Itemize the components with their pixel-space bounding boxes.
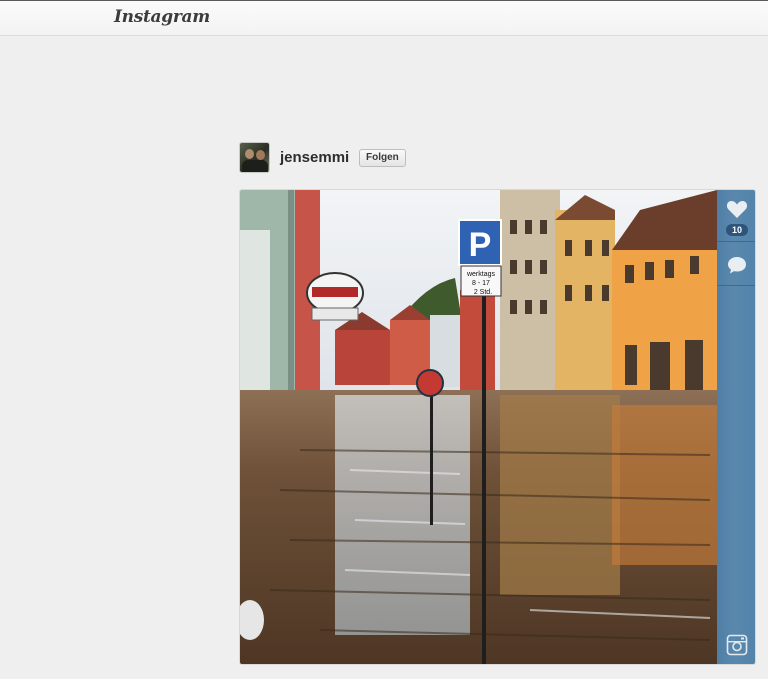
instagram-logo[interactable]: Instagram: [114, 7, 210, 27]
like-section[interactable]: 10: [717, 190, 755, 242]
like-count: 10: [726, 224, 748, 236]
username-link[interactable]: jensemmi: [280, 149, 349, 166]
post-photo[interactable]: P werktags 8 - 17 2 Std.: [240, 190, 717, 665]
comment-section[interactable]: [717, 242, 755, 286]
parking-sign-letter: P: [469, 226, 492, 264]
photo-card: P werktags 8 - 17 2 Std. 10: [239, 189, 756, 665]
time-sign-line3: 2 Std.: [474, 289, 492, 296]
comment-icon[interactable]: [726, 255, 748, 275]
action-sidebar: 10: [717, 190, 755, 664]
follow-button[interactable]: Folgen: [359, 149, 406, 167]
heart-icon[interactable]: [726, 199, 748, 219]
post-header: jensemmi Folgen: [239, 142, 759, 174]
time-sign-line1: werktags: [466, 271, 496, 278]
instagram-camera-icon[interactable]: [726, 634, 748, 656]
top-bar: Instagram: [0, 0, 768, 36]
avatar[interactable]: [239, 142, 270, 173]
time-sign-line2: 8 - 17: [472, 280, 490, 287]
